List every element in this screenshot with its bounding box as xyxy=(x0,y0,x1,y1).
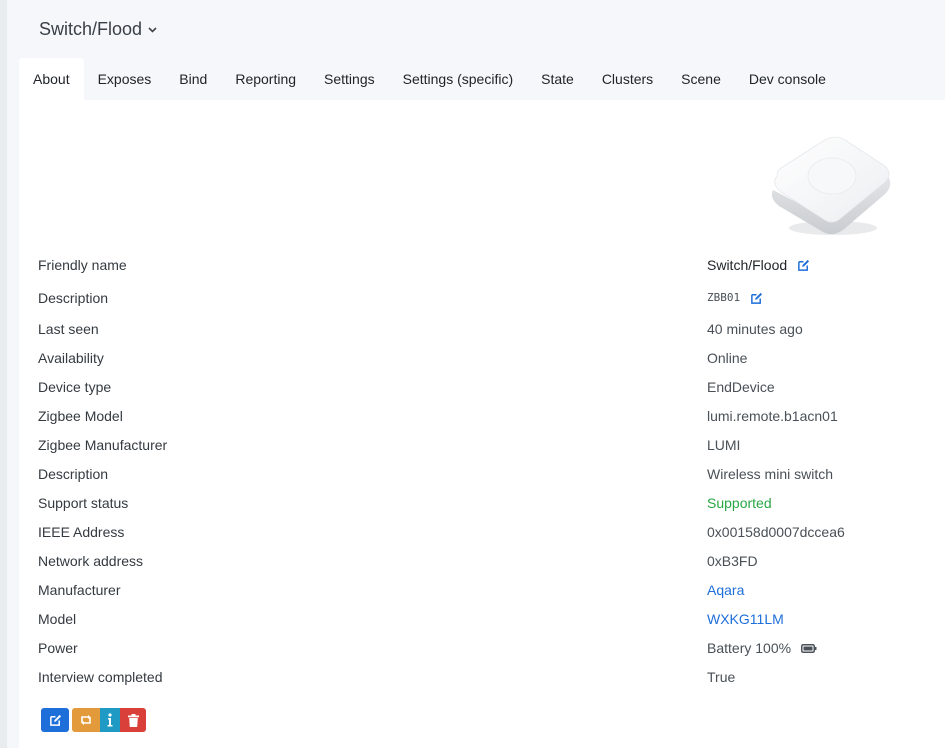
value-power: Battery 100% xyxy=(707,636,817,660)
device-title: Switch/Flood xyxy=(39,18,143,39)
chevron-down-icon xyxy=(148,24,157,36)
label-network-address: Network address xyxy=(38,553,144,569)
tab-exposes[interactable]: Exposes xyxy=(84,58,166,100)
label-description: Description xyxy=(38,290,109,306)
about-panel: Friendly name Switch/Flood Description Z… xyxy=(19,100,945,748)
label-zigbee-model: Zigbee Model xyxy=(38,408,123,424)
info-row-interview-completed: Interview completed True xyxy=(38,665,928,689)
edit-icon[interactable] xyxy=(750,292,763,305)
info-row-ieee-address: IEEE Address 0x00158d0007dccea6 xyxy=(38,520,928,544)
info-row-device-type: Device type EndDevice xyxy=(38,375,928,399)
value-description-model: Wireless mini switch xyxy=(707,466,834,482)
device-selector[interactable]: Switch/Flood xyxy=(39,19,157,40)
reconfigure-icon xyxy=(81,715,91,725)
tab-state[interactable]: State xyxy=(527,58,588,100)
label-model: Model xyxy=(38,611,77,627)
edit-icon xyxy=(49,714,61,726)
info-row-manufacturer: Manufacturer Aqara xyxy=(38,578,928,602)
value-support-status: Supported xyxy=(707,495,772,511)
tab-about[interactable]: About xyxy=(19,58,84,100)
info-icon xyxy=(107,713,113,727)
power-text: Battery 100% xyxy=(707,640,792,656)
battery-full-icon xyxy=(801,643,817,653)
tab-dev-console[interactable]: Dev console xyxy=(735,58,840,100)
tab-clusters[interactable]: Clusters xyxy=(588,58,667,100)
tab-bar: About Exposes Bind Reporting Settings Se… xyxy=(19,58,945,100)
label-friendly-name: Friendly name xyxy=(38,257,127,273)
info-row-description: Description ZBB01 xyxy=(38,286,928,310)
header: Switch/Flood xyxy=(7,0,945,58)
value-ieee-address: 0x00158d0007dccea6 xyxy=(707,524,845,540)
label-last-seen: Last seen xyxy=(38,321,99,337)
value-zigbee-manufacturer: LUMI xyxy=(707,437,741,453)
tab-scene[interactable]: Scene xyxy=(667,58,735,100)
label-description-model: Description xyxy=(38,466,109,482)
label-manufacturer: Manufacturer xyxy=(38,582,121,598)
info-row-availability: Availability Online xyxy=(38,346,928,370)
reconfigure-button[interactable] xyxy=(72,708,100,732)
trash-icon xyxy=(127,713,139,727)
info-button[interactable] xyxy=(100,708,120,732)
label-availability: Availability xyxy=(38,350,104,366)
left-border xyxy=(0,0,7,748)
page: Switch/Flood About Exposes Bind Reportin… xyxy=(0,0,945,748)
info-row-friendly-name: Friendly name Switch/Flood xyxy=(38,253,928,277)
label-zigbee-manufacturer: Zigbee Manufacturer xyxy=(38,437,168,453)
tab-reporting[interactable]: Reporting xyxy=(221,58,310,100)
info-row-power: Power Battery 100% xyxy=(38,636,928,660)
label-ieee-address: IEEE Address xyxy=(38,524,125,540)
info-row-last-seen: Last seen 40 minutes ago xyxy=(38,317,928,341)
tab-settings-specific[interactable]: Settings (specific) xyxy=(389,58,527,100)
edit-icon[interactable] xyxy=(797,259,810,272)
tab-settings[interactable]: Settings xyxy=(310,58,389,100)
manufacturer-link[interactable]: Aqara xyxy=(707,578,744,602)
tab-bind[interactable]: Bind xyxy=(165,58,221,100)
friendly-name-text: Switch/Flood xyxy=(707,257,788,273)
device-image xyxy=(771,136,891,235)
label-device-type: Device type xyxy=(38,379,112,395)
value-network-address: 0xB3FD xyxy=(707,553,758,569)
value-availability: Online xyxy=(707,350,748,366)
value-interview-completed: True xyxy=(707,669,736,685)
label-support-status: Support status xyxy=(38,495,129,511)
remove-button[interactable] xyxy=(120,708,146,732)
info-row-description-model: Description Wireless mini switch xyxy=(38,462,928,486)
label-interview-completed: Interview completed xyxy=(38,669,163,685)
device-actions xyxy=(41,708,146,732)
rename-button[interactable] xyxy=(41,708,69,732)
info-row-zigbee-model: Zigbee Model lumi.remote.b1acn01 xyxy=(38,404,928,428)
value-zigbee-model: lumi.remote.b1acn01 xyxy=(707,408,838,424)
value-friendly-name: Switch/Flood xyxy=(707,253,810,277)
info-row-network-address: Network address 0xB3FD xyxy=(38,549,928,573)
label-power: Power xyxy=(38,640,78,656)
value-description: ZBB01 xyxy=(707,286,763,310)
info-row-zigbee-manufacturer: Zigbee Manufacturer LUMI xyxy=(38,433,928,457)
description-text: ZBB01 xyxy=(707,291,741,304)
info-row-model: Model WXKG11LM xyxy=(38,607,928,631)
value-device-type: EndDevice xyxy=(707,379,775,395)
info-row-support-status: Support status Supported xyxy=(38,491,928,515)
model-link[interactable]: WXKG11LM xyxy=(707,607,784,631)
value-last-seen: 40 minutes ago xyxy=(707,321,803,337)
